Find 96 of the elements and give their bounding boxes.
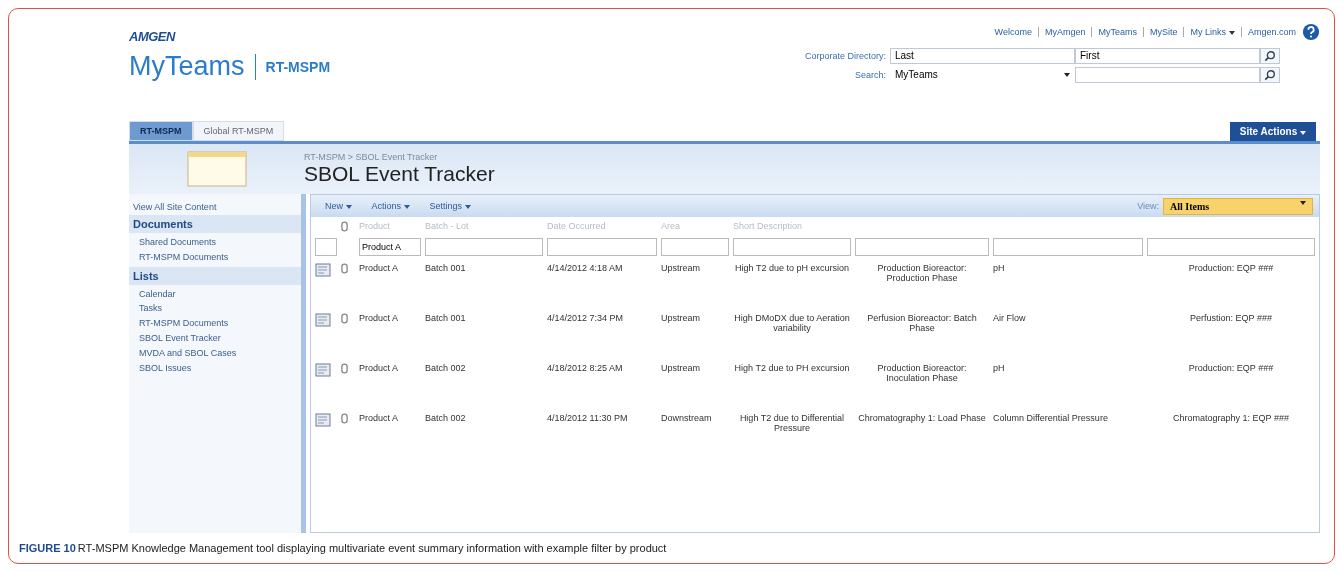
caret-icon xyxy=(464,205,471,209)
filter-field[interactable] xyxy=(855,238,989,256)
last-name-field[interactable]: Last xyxy=(890,48,1075,64)
table-cell: 4/14/2012 7:34 PM xyxy=(547,313,624,323)
table-cell: Batch 001 xyxy=(425,263,466,273)
figure-caption: FIGURE 10 RT-MSPM Knowledge Management tool displaying multivariate event summary information with example filter by product xyxy=(19,541,668,556)
table-cell: High T2 due to PH excursion xyxy=(734,363,850,373)
table-cell: Downstream xyxy=(661,413,712,423)
site-icon xyxy=(186,151,247,187)
paperclip-icon xyxy=(341,413,348,424)
paperclip-icon xyxy=(341,363,348,374)
table-cell-text: Production Bioreactor: Production Phase xyxy=(876,263,968,283)
sidebar-item[interactable]: SBOL Event Tracker xyxy=(129,331,301,346)
site-title: MyTeams xyxy=(129,51,245,82)
edit-icon[interactable] xyxy=(315,363,331,377)
table-cell: Production: EQP ### xyxy=(1188,263,1274,273)
caret-icon xyxy=(1300,200,1306,205)
field-label: Corporate Directory: xyxy=(804,51,886,61)
table-cell-text: Perfusion Bioreactor: Batch Phase xyxy=(866,313,978,333)
toolbar-menu[interactable]: Actions xyxy=(363,199,418,213)
filter-field[interactable] xyxy=(1147,238,1315,256)
sidebar-item[interactable]: Shared Documents xyxy=(129,235,301,250)
table-cell: Upstream xyxy=(661,363,700,373)
help-icon[interactable] xyxy=(1302,23,1320,41)
table-cell: pH xyxy=(993,363,1005,373)
table-cell-text: Production Bioreactor: Inoculation Phase xyxy=(876,363,968,383)
filter-field[interactable] xyxy=(993,238,1143,256)
site-actions-button[interactable]: Site Actions xyxy=(1229,122,1316,141)
search-field[interactable] xyxy=(1075,67,1260,83)
table-cell: Product A xyxy=(359,263,399,273)
caret-icon xyxy=(1300,131,1306,135)
table-cell: Production: EQP ### xyxy=(1188,363,1274,373)
table-cell: Air Flow xyxy=(993,313,1026,323)
top-link[interactable]: Amgen.com xyxy=(1240,27,1296,37)
filter-field[interactable] xyxy=(733,238,851,256)
top-link[interactable]: MyAmgen xyxy=(1037,27,1086,37)
table-cell: Chromatography 1: EQP ### xyxy=(1173,413,1289,423)
table-cell: 4/18/2012 11:30 PM xyxy=(547,413,628,423)
top-link[interactable]: MyTeams xyxy=(1091,27,1137,37)
table-cell: High DMoDX due to Aeration variability xyxy=(733,313,851,333)
edit-icon[interactable] xyxy=(315,313,331,327)
filter-field[interactable] xyxy=(547,238,657,256)
caret-icon xyxy=(1064,73,1070,77)
nav-tab[interactable]: RT-MSPM xyxy=(129,121,193,141)
sidebar-item[interactable]: Calendar xyxy=(129,286,301,302)
table-cell-text: High T2 due to Differential Pressure xyxy=(738,413,846,433)
sidebar-item[interactable]: RT-MSPM Documents xyxy=(129,316,301,331)
site-name: RT-MSPM xyxy=(265,58,331,75)
table-cell: 4/18/2012 8:25 AM xyxy=(547,363,623,373)
table-cell: pH xyxy=(993,263,1005,273)
search-icon[interactable] xyxy=(1260,48,1280,64)
table-cell: Column Differential Pressure xyxy=(993,413,1108,423)
edit-icon[interactable] xyxy=(315,263,331,277)
table-cell: Product A xyxy=(359,313,399,323)
first-name-field[interactable]: First xyxy=(1075,48,1260,64)
table-cell: Product A xyxy=(359,363,399,373)
edit-icon[interactable] xyxy=(315,413,331,427)
sidebar-item[interactable]: SBOL Issues xyxy=(129,360,301,376)
nav-tab[interactable]: Global RT-MSPM xyxy=(192,121,285,141)
caret-icon xyxy=(1228,31,1235,35)
search-icon[interactable] xyxy=(1260,67,1280,83)
filter-field[interactable]: Product A xyxy=(359,238,421,256)
table-cell: Product A xyxy=(359,413,399,423)
table-cell: Batch 002 xyxy=(425,413,466,423)
caret-icon xyxy=(403,205,410,209)
filter-field[interactable] xyxy=(661,238,729,256)
top-link[interactable]: MySite xyxy=(1142,27,1178,37)
sidebar-heading[interactable]: Documents xyxy=(129,215,301,233)
table-cell: Upstream xyxy=(661,263,700,273)
sidebar-link[interactable]: View All Site Content xyxy=(129,194,301,213)
table-cell: Perfustion: EQP ### xyxy=(1190,313,1272,323)
table-cell: Chromatography 1: Load Phase xyxy=(858,413,986,423)
sidebar-item[interactable]: Tasks xyxy=(129,301,301,317)
view-label: View: xyxy=(1137,201,1159,211)
sidebar-item[interactable]: RT-MSPM Documents xyxy=(129,249,301,265)
view-dropdown[interactable]: All Items xyxy=(1163,197,1313,215)
top-link[interactable]: Welcome xyxy=(994,27,1032,37)
top-link[interactable]: My Links xyxy=(1183,27,1235,37)
toolbar-menu[interactable]: New xyxy=(317,199,360,213)
field-label: Search: xyxy=(854,70,886,80)
paperclip-icon xyxy=(341,263,348,274)
sidebar-heading[interactable]: Lists xyxy=(129,266,301,285)
paperclip-icon xyxy=(341,220,348,232)
page-title: SBOL Event Tracker xyxy=(304,162,495,186)
filter-field[interactable] xyxy=(425,238,543,256)
table-cell: Batch 002 xyxy=(425,363,466,373)
table-cell: 4/14/2012 4:18 AM xyxy=(547,263,623,273)
table-cell: Batch 001 xyxy=(425,313,466,323)
toolbar-menu[interactable]: Settings xyxy=(421,199,479,213)
logo: AMGEN xyxy=(129,29,175,44)
sidebar-item[interactable]: MVDA and SBOL Cases xyxy=(129,345,301,361)
filter-field[interactable] xyxy=(315,238,337,256)
caret-icon xyxy=(345,205,352,209)
table-cell: High T2 due to pH excursion xyxy=(735,263,849,273)
table-cell: Upstream xyxy=(661,313,700,323)
paperclip-icon xyxy=(341,313,348,324)
